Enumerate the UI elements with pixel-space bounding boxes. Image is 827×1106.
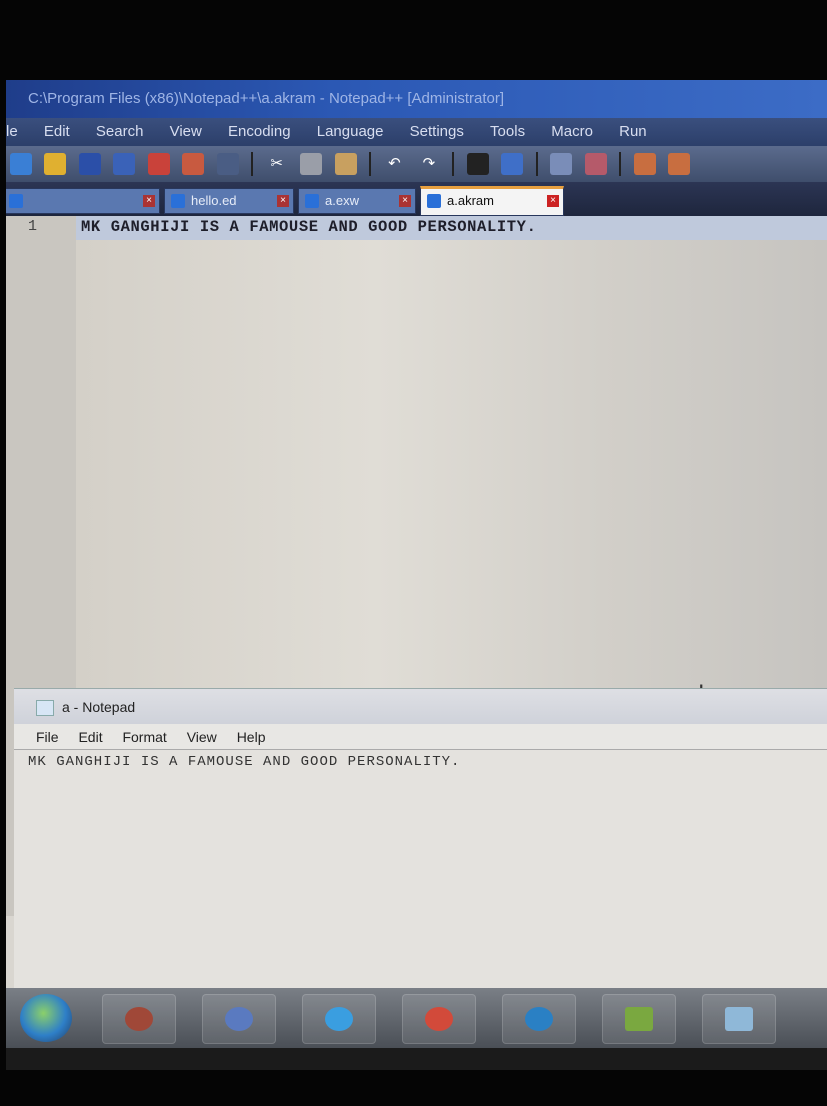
notepad-menu-edit[interactable]: Edit bbox=[78, 729, 102, 745]
toolbar-separator bbox=[535, 152, 538, 176]
taskbar-network-button[interactable] bbox=[202, 994, 276, 1044]
notepad-menu-view[interactable]: View bbox=[187, 729, 217, 745]
menu-file[interactable]: le bbox=[6, 118, 18, 146]
network-icon bbox=[225, 1007, 253, 1031]
print-icon[interactable] bbox=[216, 153, 239, 175]
sync-scroll-h-icon[interactable] bbox=[667, 153, 690, 175]
menu-macro[interactable]: Macro bbox=[551, 118, 593, 146]
editor-line-text[interactable]: MK GANGHIJI IS A FAMOUSE AND GOOD PERSON… bbox=[81, 218, 536, 236]
screen-bezel bbox=[6, 1048, 827, 1070]
menu-tools[interactable]: Tools bbox=[490, 118, 525, 146]
zoom-out-icon[interactable] bbox=[584, 153, 607, 175]
screen: C:\Program Files (x86)\Notepad++\a.akram… bbox=[6, 80, 827, 1070]
new-file-icon[interactable] bbox=[10, 153, 32, 175]
taskbar-media-button[interactable] bbox=[102, 994, 176, 1044]
toolbar-separator bbox=[619, 152, 622, 176]
tab-label: a.akram bbox=[447, 193, 494, 208]
taskbar-notepadpp-button[interactable] bbox=[602, 994, 676, 1044]
npp-title-text: C:\Program Files (x86)\Notepad++\a.akram… bbox=[28, 90, 505, 107]
taskbar bbox=[6, 988, 827, 1048]
file-icon bbox=[171, 194, 185, 208]
music-icon bbox=[425, 1007, 453, 1031]
file-icon bbox=[9, 194, 23, 208]
chrome-icon bbox=[525, 1007, 553, 1031]
notepad-icon bbox=[725, 1007, 753, 1031]
media-icon bbox=[125, 1007, 153, 1031]
notepad-window: a - Notepad File Edit Format View Help M… bbox=[14, 688, 827, 988]
menu-language[interactable]: Language bbox=[317, 118, 384, 146]
tab-hello[interactable]: hello.ed × bbox=[164, 188, 294, 214]
file-icon bbox=[305, 194, 319, 208]
notepad-app-icon bbox=[36, 700, 54, 716]
menu-view[interactable]: View bbox=[170, 118, 202, 146]
tab-label: hello.ed bbox=[191, 193, 237, 208]
find-icon[interactable] bbox=[466, 153, 489, 175]
npp-title-bar[interactable]: C:\Program Files (x86)\Notepad++\a.akram… bbox=[6, 80, 827, 118]
tab-first[interactable]: × bbox=[6, 188, 160, 214]
close-tab-icon[interactable]: × bbox=[277, 195, 289, 207]
menu-settings[interactable]: Settings bbox=[410, 118, 464, 146]
replace-icon[interactable] bbox=[501, 153, 524, 175]
close-all-icon[interactable] bbox=[182, 153, 205, 175]
tab-exw[interactable]: a.exw × bbox=[298, 188, 416, 214]
taskbar-music-button[interactable] bbox=[402, 994, 476, 1044]
notepad-title-text: a - Notepad bbox=[62, 699, 136, 715]
paste-icon[interactable] bbox=[334, 153, 357, 175]
toolbar-separator bbox=[452, 152, 455, 176]
zoom-in-icon[interactable] bbox=[550, 153, 573, 175]
save-icon bbox=[427, 194, 441, 208]
notepadpp-icon bbox=[625, 1007, 653, 1031]
notepad-menu-format[interactable]: Format bbox=[122, 729, 166, 745]
npp-menu-bar: le Edit Search View Encoding Language Se… bbox=[6, 118, 827, 146]
npp-toolbar: ✂ ↶ ↷ bbox=[6, 146, 827, 182]
tab-label: a.exw bbox=[325, 193, 359, 208]
taskbar-ie-button[interactable] bbox=[302, 994, 376, 1044]
taskbar-notepad-button[interactable] bbox=[702, 994, 776, 1044]
tab-akram[interactable]: a.akram × bbox=[420, 186, 564, 216]
menu-encoding[interactable]: Encoding bbox=[228, 118, 291, 146]
notepad-menu-bar: File Edit Format View Help bbox=[14, 724, 827, 750]
close-tab-icon[interactable]: × bbox=[547, 195, 559, 207]
start-icon[interactable] bbox=[20, 994, 72, 1042]
cut-icon[interactable]: ✂ bbox=[266, 153, 288, 175]
taskbar-chrome-button[interactable] bbox=[502, 994, 576, 1044]
menu-edit[interactable]: Edit bbox=[44, 118, 70, 146]
toolbar-separator bbox=[368, 152, 371, 176]
ie-icon bbox=[325, 1007, 353, 1031]
save-icon[interactable] bbox=[78, 153, 101, 175]
menu-run[interactable]: Run bbox=[619, 118, 647, 146]
notepad-menu-file[interactable]: File bbox=[36, 729, 59, 745]
npp-tab-bar: × hello.ed × a.exw × a.akram × bbox=[6, 182, 827, 216]
copy-icon[interactable] bbox=[300, 153, 323, 175]
line-number: 1 bbox=[28, 218, 38, 235]
close-tab-icon[interactable]: × bbox=[143, 195, 155, 207]
notepad-menu-help[interactable]: Help bbox=[237, 729, 266, 745]
undo-icon[interactable]: ↶ bbox=[383, 153, 405, 175]
close-file-icon[interactable] bbox=[147, 153, 170, 175]
open-file-icon[interactable] bbox=[44, 153, 67, 175]
notepad-title-bar[interactable]: a - Notepad bbox=[14, 688, 827, 724]
toolbar-separator bbox=[251, 152, 254, 176]
redo-icon[interactable]: ↷ bbox=[418, 153, 440, 175]
save-all-icon[interactable] bbox=[113, 153, 136, 175]
sync-scroll-v-icon[interactable] bbox=[633, 153, 656, 175]
close-tab-icon[interactable]: × bbox=[399, 195, 411, 207]
notepad-text-area[interactable]: MK GANGHIJI IS A FAMOUSE AND GOOD PERSON… bbox=[28, 754, 460, 770]
menu-search[interactable]: Search bbox=[96, 118, 144, 146]
